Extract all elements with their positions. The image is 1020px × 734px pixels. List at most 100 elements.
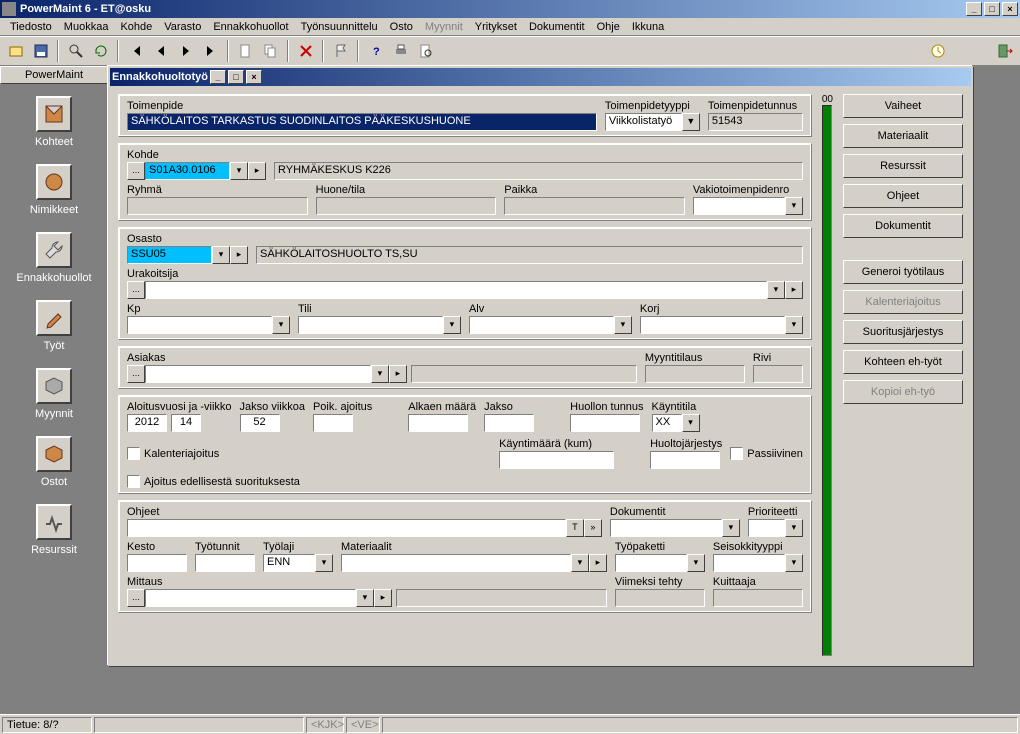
menu-dokumentit[interactable]: Dokumentit — [523, 19, 591, 35]
tyopaketti-lookup-button[interactable]: ▾ — [687, 554, 705, 572]
dokumentit-input[interactable] — [610, 519, 722, 537]
tyolaji-lookup-button[interactable]: ▾ — [315, 554, 333, 572]
ohjeet-input[interactable] — [127, 519, 566, 537]
suoritus-button[interactable]: Suoritusjärjestys — [843, 320, 963, 344]
sidebar-item-myynnit[interactable]: Myynnit — [4, 360, 104, 428]
tool-clock-icon[interactable] — [926, 40, 949, 62]
tool-last-icon[interactable] — [199, 40, 222, 62]
urakoitsija-input[interactable] — [145, 281, 767, 299]
tool-new-icon[interactable] — [234, 40, 257, 62]
kopioi-button[interactable]: Kopioi eh-työ — [843, 380, 963, 404]
menu-yritykset[interactable]: Yritykset — [469, 19, 523, 35]
passiivinen-checkbox[interactable]: Passiivinen — [730, 447, 803, 460]
seisokki-input[interactable] — [713, 554, 785, 572]
kohde-link-button[interactable]: ▸ — [248, 162, 266, 180]
sidebar-tab[interactable]: PowerMaint — [0, 66, 108, 84]
kohde-lookup-button[interactable]: ▾ — [230, 162, 248, 180]
mittaus-browse-button[interactable]: ... — [127, 589, 145, 607]
asiakas-link-button[interactable]: ▸ — [389, 365, 407, 383]
kayntitila-input[interactable]: XX — [652, 414, 682, 432]
resurssit-button[interactable]: Resurssit — [843, 154, 963, 178]
osasto-link-button[interactable]: ▸ — [230, 246, 248, 264]
alv-lookup-button[interactable]: ▾ — [614, 316, 632, 334]
maximize-button[interactable]: □ — [984, 2, 1000, 16]
dokumentit-button[interactable]: Dokumentit — [843, 214, 963, 238]
aloitus-vuosi-input[interactable]: 2012 — [127, 414, 167, 432]
huollon-input[interactable] — [570, 414, 640, 432]
kalenteriajoitus-button[interactable]: Kalenteriajoitus — [843, 290, 963, 314]
menu-osto[interactable]: Osto — [384, 19, 419, 35]
tool-prev-icon[interactable] — [149, 40, 172, 62]
mdi-close-button[interactable]: × — [246, 70, 262, 84]
sidebar-item-kohteet[interactable]: Kohteet — [4, 88, 104, 156]
tool-help-icon[interactable]: ? — [364, 40, 387, 62]
urakoitsija-browse-button[interactable]: ... — [127, 281, 145, 299]
mittaus-link-button[interactable]: ▸ — [374, 589, 392, 607]
aloitus-viikko-input[interactable]: 14 — [171, 414, 201, 432]
toimenpidetyyppi-dropdown-icon[interactable]: ▼ — [682, 113, 700, 131]
materiaalit-input[interactable] — [341, 554, 571, 572]
toimenpide-input[interactable]: SÄHKÖLAITOS TARKASTUS SUODINLAITOS PÄÄKE… — [127, 113, 597, 131]
sidebar-item-nimikkeet[interactable]: Nimikkeet — [4, 156, 104, 224]
asiakas-lookup-button[interactable]: ▾ — [371, 365, 389, 383]
ohjeet-expand-button[interactable]: » — [584, 519, 602, 537]
kohde-input[interactable]: S01A30.0106 — [145, 162, 230, 180]
sidebar-item-resurssit[interactable]: Resurssit — [4, 496, 104, 564]
menu-varasto[interactable]: Varasto — [158, 19, 207, 35]
tool-open-icon[interactable] — [4, 40, 27, 62]
tool-save-icon[interactable] — [29, 40, 52, 62]
tool-flag-icon[interactable] — [329, 40, 352, 62]
menu-muokkaa[interactable]: Muokkaa — [58, 19, 115, 35]
mittaus-input[interactable] — [145, 589, 356, 607]
vakiotoimen-input[interactable] — [693, 197, 785, 215]
menu-ikkuna[interactable]: Ikkuna — [626, 19, 670, 35]
menu-ennakkohuollot[interactable]: Ennakkohuollot — [207, 19, 294, 35]
vaiheet-button[interactable]: Vaiheet — [843, 94, 963, 118]
kalenteriajoitus-checkbox[interactable]: Kalenteriajoitus — [127, 447, 219, 460]
seisokki-lookup-button[interactable]: ▾ — [785, 554, 803, 572]
tool-next-icon[interactable] — [174, 40, 197, 62]
tool-delete-icon[interactable] — [294, 40, 317, 62]
sidebar-item-ostot[interactable]: Ostot — [4, 428, 104, 496]
urakoitsija-link-button[interactable]: ▸ — [785, 281, 803, 299]
materiaalit-lookup-button[interactable]: ▾ — [571, 554, 589, 572]
kayntitila-lookup-button[interactable]: ▾ — [682, 414, 700, 432]
dokumentit-lookup-button[interactable]: ▾ — [722, 519, 740, 537]
osasto-input[interactable]: SSU05 — [127, 246, 212, 264]
tool-preview-icon[interactable] — [414, 40, 437, 62]
tyolaji-input[interactable]: ENN — [263, 554, 315, 572]
ohjeet-t-button[interactable]: T — [566, 519, 584, 537]
jakso-input[interactable]: 52 — [240, 414, 280, 432]
sidebar-item-ennakkohuollot[interactable]: Ennakkohuollot — [4, 224, 104, 292]
huoltojar-input[interactable] — [650, 451, 720, 469]
tool-search-icon[interactable] — [64, 40, 87, 62]
close-button[interactable]: × — [1002, 2, 1018, 16]
tili-lookup-button[interactable]: ▾ — [443, 316, 461, 334]
minimize-button[interactable]: _ — [966, 2, 982, 16]
tool-copy-icon[interactable] — [259, 40, 282, 62]
alkaenmaara-input[interactable] — [408, 414, 468, 432]
menu-myynnit[interactable]: Myynnit — [419, 19, 469, 35]
toimenpidetyyppi-input[interactable]: Viikkolistatyö — [605, 113, 682, 131]
kp-lookup-button[interactable]: ▾ — [272, 316, 290, 334]
sidebar-item-tyot[interactable]: Työt — [4, 292, 104, 360]
mdi-minimize-button[interactable]: _ — [210, 70, 226, 84]
materiaalit-link-button[interactable]: ▸ — [589, 554, 607, 572]
vakiotoimen-lookup-button[interactable]: ▾ — [785, 197, 803, 215]
ohjeet-button[interactable]: Ohjeet — [843, 184, 963, 208]
menu-tiedosto[interactable]: Tiedosto — [4, 19, 58, 35]
ajoitus-edellisesta-checkbox[interactable]: Ajoitus edellisestä suorituksesta — [127, 475, 300, 488]
asiakas-input[interactable] — [145, 365, 371, 383]
prioriteetti-lookup-button[interactable]: ▾ — [785, 519, 803, 537]
poik-input[interactable] — [313, 414, 353, 432]
osasto-lookup-button[interactable]: ▾ — [212, 246, 230, 264]
menu-ohje[interactable]: Ohje — [591, 19, 626, 35]
jakso2-input[interactable] — [484, 414, 534, 432]
generoi-button[interactable]: Generoi työtilaus — [843, 260, 963, 284]
menu-kohde[interactable]: Kohde — [114, 19, 158, 35]
kohteen-button[interactable]: Kohteen eh-työt — [843, 350, 963, 374]
korj-lookup-button[interactable]: ▾ — [785, 316, 803, 334]
tyopaketti-input[interactable] — [615, 554, 687, 572]
tool-first-icon[interactable] — [124, 40, 147, 62]
kp-input[interactable] — [127, 316, 272, 334]
